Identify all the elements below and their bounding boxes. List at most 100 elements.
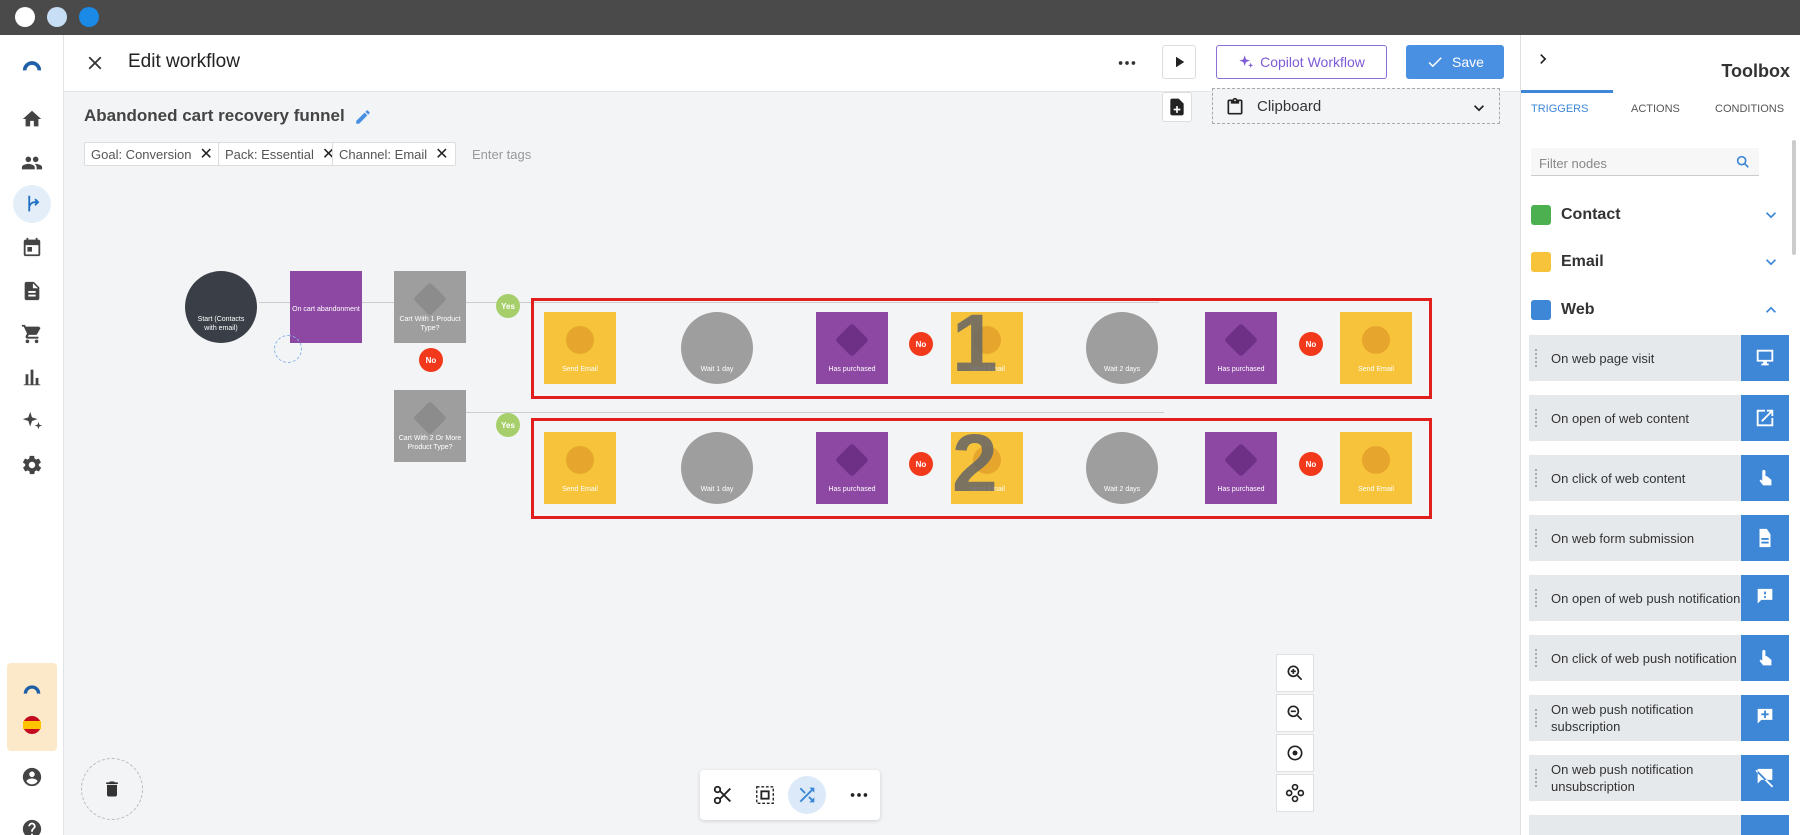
run-button[interactable] [1162,45,1196,79]
add-note-button[interactable] [1162,92,1192,122]
no-badge: No [1299,332,1323,356]
user-account-icon[interactable] [20,765,44,789]
toolbox-item-partial[interactable] [1529,815,1789,835]
promo-card[interactable] [7,663,57,751]
no-badge: No [909,332,933,356]
window-maximize-dot[interactable] [79,7,99,27]
settings-icon[interactable] [20,453,44,477]
drag-handle[interactable] [1535,709,1538,727]
help-icon[interactable] [20,817,44,835]
send-email-node[interactable]: Send Email [1340,432,1412,504]
toolbox-item-click-web-push[interactable]: On click of web push notification [1529,635,1789,681]
condition-node-1[interactable]: Cart With 1 Product Type? [394,271,466,343]
condition-node-2[interactable]: Cart With 2 Or More Product Type? [394,390,466,462]
home-icon[interactable] [20,107,44,131]
toolbox-item-web-page-visit[interactable]: On web page visit [1529,335,1789,381]
send-email-node[interactable]: Send Email [544,312,616,384]
clipboard-dropdown[interactable]: Clipboard [1212,88,1500,124]
loop-handle[interactable] [274,335,302,363]
drag-handle[interactable] [1535,469,1538,487]
more-icon[interactable] [848,784,870,806]
clock-icon [703,446,731,474]
has-purchased-node[interactable]: Has purchased [816,432,888,504]
save-button[interactable]: Save [1406,45,1504,79]
workflow-canvas[interactable]: Abandoned cart recovery funnel Goal: Con… [64,88,1520,835]
drag-handle[interactable] [1535,409,1538,427]
has-purchased-node[interactable]: Has purchased [1205,432,1277,504]
pointer-icon [1741,635,1789,681]
tag-goal[interactable]: Goal: Conversion ✕ [84,142,220,166]
send-email-node[interactable]: Send Email [1340,312,1412,384]
no-badge: No [419,348,443,372]
send-email-node[interactable]: Send Email [544,432,616,504]
cart-icon[interactable] [20,322,44,346]
remove-tag-icon[interactable]: ✕ [435,144,448,164]
notification-icon [1741,575,1789,621]
tab-conditions[interactable]: CONDITIONS [1715,103,1784,115]
center-view-button[interactable] [1276,734,1314,772]
has-purchased-node[interactable]: Has purchased [1205,312,1277,384]
filter-nodes-input[interactable]: Filter nodes [1531,148,1759,176]
copilot-workflow-button[interactable]: Copilot Workflow [1216,45,1387,79]
calendar-icon[interactable] [20,235,44,259]
shuffle-button[interactable] [788,776,826,814]
node-label: Has purchased [1217,486,1265,493]
toolbox-item-open-web-push[interactable]: On open of web push notification [1529,575,1789,621]
trigger-label: On cart abandonment [292,306,360,313]
document-icon[interactable] [20,279,44,303]
analytics-icon[interactable] [20,365,44,389]
scrollbar[interactable] [1792,140,1796,255]
section-contact[interactable]: Contact [1531,200,1781,230]
shuffle-icon [799,787,815,803]
chevron-right-icon[interactable] [1533,49,1553,69]
play-icon [1176,56,1185,68]
check-icon [1428,57,1442,68]
drag-handle[interactable] [1535,529,1538,547]
brand-logo-icon[interactable] [20,51,44,75]
wait-node[interactable]: Wait 1 day [681,432,753,504]
toolbox-item-web-form-submission[interactable]: On web form submission [1529,515,1789,561]
section-email[interactable]: Email [1531,247,1781,277]
toolbox-item-click-web-content[interactable]: On click of web content [1529,455,1789,501]
yes-badge: Yes [496,294,520,318]
remove-tag-icon[interactable]: ✕ [199,144,212,164]
wait-node[interactable]: Wait 1 day [681,312,753,384]
tab-actions[interactable]: ACTIONS [1631,103,1680,115]
tags-input[interactable]: Enter tags [472,147,531,162]
drag-handle[interactable] [1535,349,1538,367]
drag-handle[interactable] [1535,589,1538,607]
workflow-icon[interactable] [20,192,44,216]
tag-label: Goal: Conversion [91,146,192,162]
ai-sparkle-icon[interactable] [20,409,44,433]
cart-abandonment-node[interactable]: On cart abandonment [290,271,362,343]
connector [464,412,1164,413]
wait-node[interactable]: Wait 2 days [1086,432,1158,504]
toolbox-item-web-push-subscription[interactable]: On web push notification subscription [1529,695,1789,741]
close-icon[interactable] [84,52,106,74]
toolbox-item-open-web-content[interactable]: On open of web content [1529,395,1789,441]
select-icon[interactable] [754,784,776,806]
scissors-icon[interactable] [712,784,734,806]
start-node[interactable]: Start (Contacts with email) [185,271,257,343]
window-close-dot[interactable] [15,7,35,27]
window-minimize-dot[interactable] [47,7,67,27]
no-badge: No [1299,452,1323,476]
tag-channel[interactable]: Channel: Email ✕ [332,142,456,166]
drag-handle[interactable] [1535,649,1538,667]
has-purchased-node[interactable]: Has purchased [816,312,888,384]
pencil-icon[interactable] [354,108,372,126]
section-web[interactable]: Web [1531,295,1781,325]
layout-button[interactable] [1276,774,1314,812]
active-tab-indicator [1521,90,1613,93]
zoom-out-button[interactable] [1276,694,1314,732]
tab-triggers[interactable]: TRIGGERS [1531,103,1588,115]
zoom-in-button[interactable] [1276,654,1314,692]
tag-pack[interactable]: Pack: Essential ✕ [218,142,343,166]
toolbox-item-web-push-unsubscription[interactable]: On web push notification unsubscription [1529,755,1789,801]
more-icon[interactable] [1116,52,1138,74]
drag-handle[interactable] [1535,769,1538,787]
delete-dropzone[interactable] [81,758,143,820]
contacts-icon[interactable] [20,151,44,175]
wait-node[interactable]: Wait 2 days [1086,312,1158,384]
check-icon [413,401,447,435]
